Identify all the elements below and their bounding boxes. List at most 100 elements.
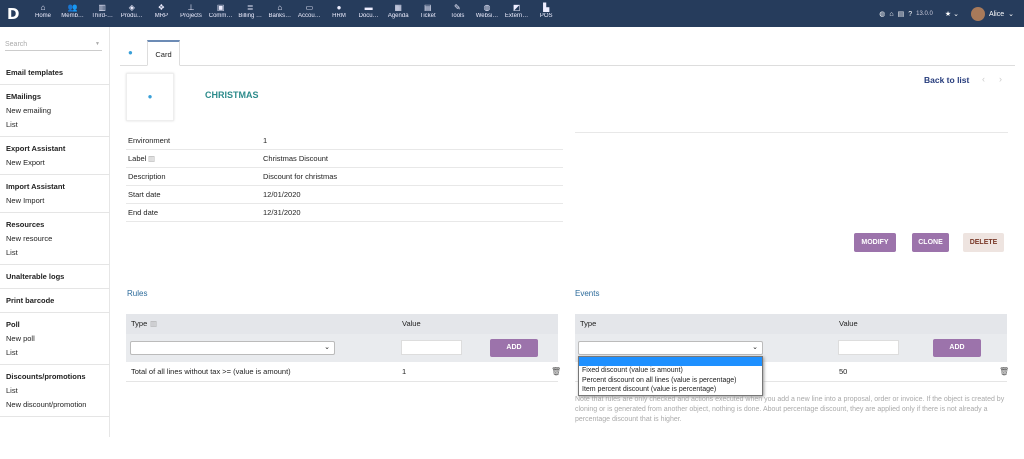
nav-billing[interactable]: ≣ Billing … — [235, 2, 265, 19]
nav-projects[interactable]: ⊥ Projects — [176, 2, 206, 19]
nav-label: Memb… — [61, 13, 84, 19]
dropdown-option[interactable]: Percent discount on all lines (value is … — [579, 376, 762, 386]
dropdown-option[interactable]: Item percent discount (value is percenta… — [579, 385, 762, 395]
sidebar-section-title[interactable]: Discounts/promotions — [6, 372, 86, 381]
sidebar-item[interactable]: New resource — [6, 234, 52, 243]
nav-third[interactable]: ▥ Third-… — [87, 2, 117, 19]
avatar[interactable] — [970, 7, 985, 21]
table-row: Total of all lines without tax >= (value… — [126, 362, 561, 382]
nav-docu[interactable]: ▬ Docu… — [354, 2, 384, 19]
sidebar-item[interactable]: New discount/promotion — [6, 400, 86, 409]
cubes-icon: ❖ — [157, 3, 165, 12]
nav-comm[interactable]: ▣ Comm… — [206, 2, 236, 19]
nav-pos[interactable]: ▙ POS — [531, 2, 561, 19]
nav-agenda[interactable]: ▦ Agenda — [383, 2, 413, 19]
event-value-input[interactable] — [838, 340, 899, 355]
sidebar-item[interactable]: List — [6, 120, 18, 129]
dropdown-option-empty[interactable] — [579, 357, 762, 366]
nav-ticket[interactable]: ▤ Ticket — [413, 2, 443, 19]
sidebar: Search ▼ Email templates EMailings New emai… — [0, 27, 110, 437]
nav-tools[interactable]: ✎ Tools — [442, 2, 472, 31]
logo[interactable]: D — [7, 5, 19, 23]
nav-memb[interactable]: 👥 Memb… — [58, 2, 88, 19]
search-input[interactable]: Search ▼ — [5, 41, 102, 51]
type-header: Type — [131, 319, 148, 328]
field-row: Description Discount for christmas — [126, 168, 563, 186]
bookmark-star-icon[interactable]: ★ ⌄ — [945, 10, 959, 18]
chevron-down-icon[interactable]: ⌄ — [1008, 10, 1014, 18]
delete-button[interactable]: DELETE — [963, 233, 1004, 252]
user-menu[interactable]: Alice — [989, 11, 1004, 18]
nav-label: POS — [539, 13, 553, 19]
sidebar-item[interactable]: List — [6, 386, 18, 395]
nav-home[interactable]: ⌂ Home — [28, 2, 58, 19]
previous-arrow-icon[interactable]: ‹ — [982, 74, 985, 84]
modify-button[interactable]: MODIFY — [854, 233, 896, 252]
field-label: Description — [128, 172, 166, 181]
sidebar-item[interactable]: New poll — [6, 334, 35, 343]
nav-hrm[interactable]: ● HRM — [324, 2, 354, 19]
rule-type-select[interactable]: ⌄ — [130, 341, 335, 355]
tab-overview[interactable]: ● — [128, 40, 133, 66]
object-ref: CHRISTMAS — [205, 90, 259, 100]
info-icon: ▥ — [148, 154, 156, 163]
nav-banks[interactable]: ⌂ Banks… — [265, 2, 295, 19]
nav-label: Projects — [180, 13, 202, 19]
sidebar-section-title[interactable]: Resources — [6, 220, 44, 229]
rule-type: Total of all lines without tax >= (value… — [131, 367, 291, 376]
field-label: Environment — [128, 136, 171, 145]
money-icon: ▭ — [305, 3, 314, 12]
sidebar-section-title[interactable]: Print barcode — [6, 296, 54, 305]
trash-icon[interactable]: 🗑 — [551, 362, 561, 382]
sidebar-section-title[interactable]: EMailings — [6, 92, 41, 101]
add-event-button[interactable]: ADD — [933, 339, 981, 357]
field-row: End date 12/31/2020 — [126, 204, 563, 222]
chevron-down-icon: ▼ — [95, 41, 100, 47]
nav-accou[interactable]: ▭ Accou… — [294, 2, 324, 19]
coins-icon: ≣ — [246, 3, 254, 12]
event-value: 50 — [839, 367, 848, 376]
sidebar-section-title[interactable]: Email templates — [6, 68, 63, 77]
type-header: Type — [580, 319, 597, 328]
field-value: Discount for christmas — [263, 172, 338, 181]
rules-title: Rules — [127, 289, 148, 298]
chevron-down-icon: ⌄ — [752, 344, 758, 351]
cash-register-icon: ▙ — [543, 3, 550, 12]
trash-icon[interactable]: 🗑 — [999, 362, 1009, 382]
nav-produ[interactable]: ◈ Produ… — [117, 2, 147, 19]
events-note: Note that rules are only checked and act… — [575, 396, 1005, 423]
clone-button[interactable]: CLONE — [912, 233, 949, 252]
object-photo: ● — [126, 73, 174, 121]
building-icon[interactable]: ⌂ — [889, 11, 893, 18]
sidebar-item[interactable]: New emailing — [6, 106, 51, 115]
rule-value-input[interactable] — [401, 340, 462, 355]
nav-label: Websi… — [475, 13, 499, 19]
nav-label: Billing … — [238, 13, 263, 19]
nav-extern[interactable]: ◩ Extern… — [502, 2, 532, 19]
sidebar-section-title[interactable]: Unalterable logs — [6, 272, 64, 281]
sidebar-item[interactable]: List — [6, 248, 18, 257]
event-type-select[interactable]: ⌄ — [578, 341, 763, 355]
print-icon[interactable]: ▤ — [898, 10, 905, 18]
sidebar-section-title[interactable]: Export Assistant — [6, 144, 65, 153]
back-to-list-link[interactable]: Back to list — [924, 75, 969, 85]
field-value: Christmas Discount — [263, 154, 329, 163]
nav-mrp[interactable]: ❖ MRP — [146, 2, 176, 19]
field-value: 12/01/2020 — [263, 190, 301, 199]
nav-websi[interactable]: ◍ Websi… — [472, 2, 502, 19]
sidebar-item[interactable]: New Export — [6, 158, 45, 167]
add-rule-button[interactable]: ADD — [490, 339, 538, 357]
building-icon: ▥ — [98, 3, 106, 12]
field-label: Label — [128, 154, 147, 163]
dropdown-option[interactable]: Fixed discount (value is amount) — [579, 366, 762, 376]
sidebar-section-title[interactable]: Import Assistant — [6, 182, 65, 191]
sidebar-item[interactable]: List — [6, 348, 18, 357]
discount-icon: ● — [128, 48, 133, 57]
next-arrow-icon[interactable]: › — [999, 74, 1002, 84]
tab-card[interactable]: Card — [147, 40, 180, 66]
sidebar-item[interactable]: New Import — [6, 196, 44, 205]
chevron-down-icon: ⌄ — [324, 344, 330, 351]
help-icon[interactable]: ? — [908, 11, 912, 18]
globe-icon[interactable]: ◍ — [879, 10, 885, 18]
sidebar-section-title[interactable]: Poll — [6, 320, 20, 329]
